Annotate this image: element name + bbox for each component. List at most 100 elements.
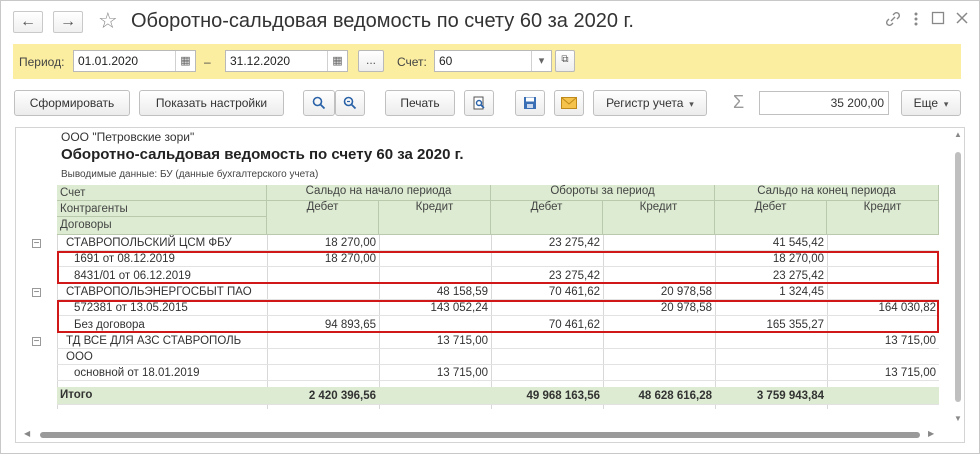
cell-cc[interactable]: 13 715,00 bbox=[827, 365, 939, 381]
cell-tc[interactable] bbox=[603, 365, 715, 381]
search-next-icon bbox=[343, 96, 357, 110]
table-row[interactable]: СТАВРОПОЛЬСКИЙ ЦСМ ФБУ 18 270,00 23 275,42… bbox=[57, 235, 939, 251]
horizontal-scrollbar[interactable]: ◀ ▶ bbox=[16, 428, 964, 442]
chevron-down-icon[interactable]: ▾ bbox=[531, 51, 551, 71]
report-subtitle: Выводимые данные: БУ (данные бухгалтерск… bbox=[61, 169, 319, 180]
cell-oc[interactable]: 48 158,59 bbox=[379, 284, 491, 300]
maximize-icon[interactable] bbox=[931, 11, 945, 30]
header-closing: Сальдо на конец периода bbox=[715, 185, 939, 201]
cell-cc[interactable] bbox=[827, 284, 939, 300]
calendar-icon[interactable]: ▦ bbox=[175, 51, 195, 71]
cell-od[interactable] bbox=[267, 284, 379, 300]
scroll-left-icon[interactable]: ◀ bbox=[24, 429, 30, 438]
print-button[interactable]: Печать bbox=[385, 90, 455, 116]
star-icon[interactable]: ☆ bbox=[98, 8, 118, 34]
arrow-left-icon: ← bbox=[20, 13, 36, 30]
collapse-toggle-icon[interactable]: − bbox=[32, 239, 41, 249]
cell-tc[interactable] bbox=[603, 333, 715, 349]
scroll-right-icon[interactable]: ▶ bbox=[928, 429, 934, 438]
cell-oc[interactable]: 13 715,00 bbox=[379, 365, 491, 381]
total-tc: 48 628 616,28 bbox=[638, 390, 712, 402]
cell-oc[interactable] bbox=[379, 349, 491, 365]
cell-od[interactable] bbox=[267, 333, 379, 349]
collapse-toggle-icon[interactable]: − bbox=[32, 288, 41, 298]
page-title: Оборотно-сальдовая ведомость по счету 60… bbox=[131, 10, 634, 32]
report-title: Оборотно-сальдовая ведомость по счету 60… bbox=[61, 146, 464, 163]
back-button[interactable]: ← bbox=[13, 11, 43, 33]
date-from-value: 01.01.2020 bbox=[78, 54, 139, 68]
table-row[interactable]: основной от 18.01.2019 13 715,00 13 715,00 bbox=[57, 365, 939, 382]
cell-cd[interactable]: 1 324,45 bbox=[715, 284, 827, 300]
cell-td[interactable]: 23 275,42 bbox=[491, 235, 603, 251]
cell-td[interactable]: 70 461,62 bbox=[491, 284, 603, 300]
selection-sum-field[interactable]: 35 200,00 bbox=[759, 91, 889, 115]
cell-td[interactable] bbox=[491, 349, 603, 365]
table-row[interactable]: ТД ВСЕ ДЛЯ АЗС СТАВРОПОЛЬ 13 715,00 13 715… bbox=[57, 333, 939, 349]
cell-od[interactable] bbox=[267, 349, 379, 365]
report-spreadsheet[interactable]: ООО "Петровские зори" Оборотно-сальдовая… bbox=[15, 127, 965, 443]
link-icon[interactable] bbox=[885, 11, 901, 32]
search-button[interactable] bbox=[303, 90, 335, 116]
header-account: Счет bbox=[57, 185, 267, 201]
cell-tc[interactable]: 20 978,58 bbox=[603, 284, 715, 300]
header-turnover-debit: Дебет bbox=[491, 201, 603, 235]
table-row[interactable]: ООО bbox=[57, 349, 939, 365]
row-name: ТД ВСЕ ДЛЯ АЗС СТАВРОПОЛЬ bbox=[66, 334, 242, 347]
header-closing-credit: Кредит bbox=[827, 201, 939, 235]
vertical-scrollbar[interactable]: ▲ ▼ bbox=[952, 128, 964, 428]
calendar-icon[interactable]: ▦ bbox=[327, 51, 347, 71]
sigma-icon: Σ bbox=[733, 92, 745, 112]
date-from-input[interactable]: 01.01.2020 ▦ bbox=[73, 50, 196, 72]
show-settings-button[interactable]: Показать настройки bbox=[139, 90, 284, 116]
header-opening-debit: Дебет bbox=[267, 201, 379, 235]
report-window: ← → ☆ Оборотно-сальдовая ведомость по сч… bbox=[0, 0, 980, 454]
scroll-down-icon[interactable]: ▼ bbox=[954, 414, 962, 423]
account-value: 60 bbox=[439, 54, 453, 68]
cell-tc[interactable] bbox=[603, 235, 715, 251]
date-to-input[interactable]: 31.12.2020 ▦ bbox=[225, 50, 348, 72]
cell-od[interactable]: 18 270,00 bbox=[267, 235, 379, 251]
title-bar: ← → ☆ Оборотно-сальдовая ведомость по сч… bbox=[1, 1, 979, 43]
total-od: 2 420 396,56 bbox=[308, 390, 376, 402]
cell-cd[interactable]: 41 545,42 bbox=[715, 235, 827, 251]
total-cc bbox=[827, 388, 939, 404]
scroll-up-icon[interactable]: ▲ bbox=[954, 130, 962, 139]
preview-button[interactable] bbox=[464, 90, 494, 116]
cell-cd[interactable] bbox=[715, 333, 827, 349]
cell-oc[interactable] bbox=[379, 235, 491, 251]
cell-cc[interactable]: 13 715,00 bbox=[827, 333, 939, 349]
period-select-button[interactable]: ... bbox=[358, 50, 384, 72]
more-button[interactable]: Еще ▾ bbox=[901, 90, 961, 116]
table-row[interactable]: СТАВРОПОЛЬЭНЕРГОСБЫТ ПАО 48 158,59 70 461,… bbox=[57, 284, 939, 300]
cell-cd[interactable] bbox=[715, 349, 827, 365]
forward-button[interactable]: → bbox=[53, 11, 83, 33]
chevron-down-icon: ▾ bbox=[941, 99, 949, 109]
period-label: Период: bbox=[19, 55, 65, 69]
arrow-right-icon: → bbox=[60, 13, 76, 30]
horizontal-scroll-thumb[interactable] bbox=[40, 432, 920, 438]
send-email-button[interactable] bbox=[554, 90, 584, 116]
cell-cc[interactable] bbox=[827, 235, 939, 251]
search-refresh-button[interactable] bbox=[335, 90, 365, 116]
save-icon bbox=[524, 97, 536, 109]
highlight-box bbox=[57, 300, 939, 333]
cell-od[interactable] bbox=[267, 365, 379, 381]
more-vertical-icon[interactable] bbox=[913, 11, 919, 32]
row-name: основной от 18.01.2019 bbox=[74, 367, 200, 380]
account-input[interactable]: 60 ▾ bbox=[434, 50, 552, 72]
total-row: Итого 2 420 396,56 49 968 163,56 48 628 616… bbox=[57, 387, 939, 405]
save-button[interactable] bbox=[515, 90, 545, 116]
cell-td[interactable] bbox=[491, 365, 603, 381]
vertical-scroll-thumb[interactable] bbox=[955, 152, 961, 402]
cell-tc[interactable] bbox=[603, 349, 715, 365]
filter-bar: Период: 01.01.2020 ▦ – 31.12.2020 ▦ ... … bbox=[13, 44, 961, 79]
cell-cc[interactable] bbox=[827, 349, 939, 365]
generate-button[interactable]: Сформировать bbox=[14, 90, 130, 116]
register-dropdown-button[interactable]: Регистр учета ▾ bbox=[593, 90, 707, 116]
close-icon[interactable] bbox=[955, 11, 969, 30]
cell-oc[interactable]: 13 715,00 bbox=[379, 333, 491, 349]
cell-td[interactable] bbox=[491, 333, 603, 349]
cell-cd[interactable] bbox=[715, 365, 827, 381]
collapse-toggle-icon[interactable]: − bbox=[32, 337, 41, 347]
open-account-button[interactable]: ⧉ bbox=[555, 50, 575, 72]
